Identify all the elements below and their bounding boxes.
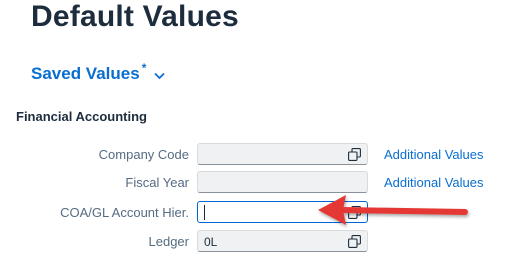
fiscal-year-label: Fiscal Year [125,175,189,190]
coa-gl-account-hier-label: COA/GL Account Hier. [60,205,189,220]
variant-label: Saved Values [31,64,140,83]
page: Default Values Saved Values * Financial … [0,0,524,274]
chevron-down-icon[interactable] [154,72,165,80]
variant-modified-marker: * [141,61,147,75]
page-title: Default Values [31,0,239,33]
company-code-input[interactable] [197,143,368,165]
variant-selector[interactable]: Saved Values * [31,61,165,84]
ledger-input[interactable]: 0L [197,230,368,252]
fiscal-year-input[interactable] [197,171,368,193]
form-row-coa-gl-account-hier: COA/GL Account Hier. [0,201,524,225]
value-help-icon[interactable] [348,148,361,161]
coa-gl-account-hier-input[interactable] [197,201,368,223]
value-help-icon[interactable] [348,235,361,248]
text-cursor [204,205,205,220]
ledger-value: 0L [204,235,218,249]
section-title: Financial Accounting [16,109,147,124]
ledger-label: Ledger [148,234,189,249]
additional-values-link[interactable]: Additional Values [384,175,484,190]
additional-values-link[interactable]: Additional Values [384,147,484,162]
company-code-label: Company Code [98,147,189,162]
value-help-icon[interactable] [348,206,361,219]
form-row-fiscal-year: Fiscal Year Additional Values [0,171,524,195]
form-row-ledger: Ledger 0L [0,230,524,254]
form-row-company-code: Company Code Additional Values [0,143,524,167]
